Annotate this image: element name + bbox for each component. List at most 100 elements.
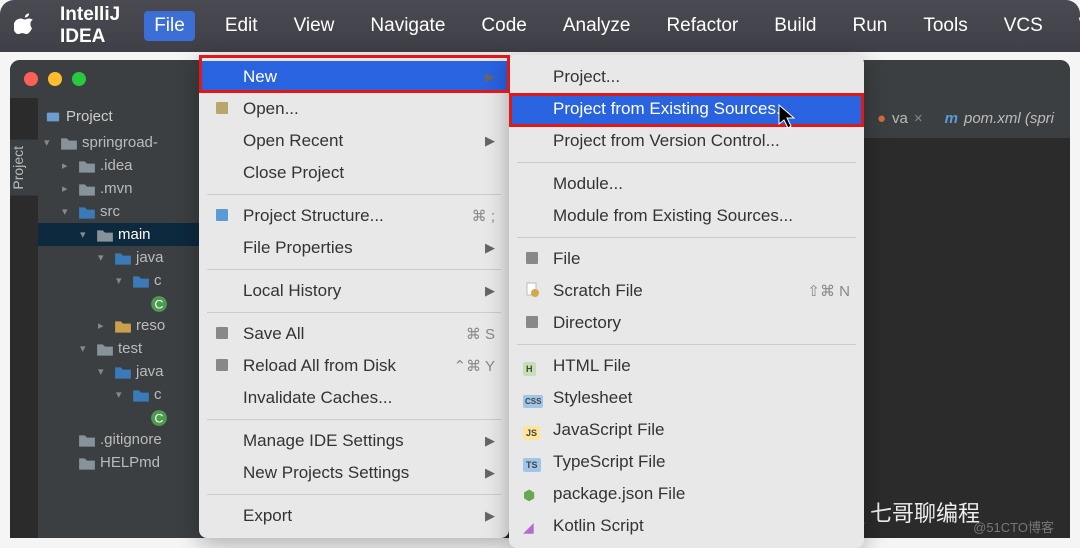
svg-text:C: C	[155, 298, 164, 312]
kt-icon: ◢	[523, 517, 543, 535]
folder-root-icon	[60, 135, 78, 151]
file-icon	[78, 432, 96, 448]
blank-icon	[213, 132, 233, 150]
folder-icon	[96, 227, 114, 243]
file-menu-reload-all-from-disk[interactable]: Reload All from Disk⌃⌘ Y	[199, 350, 509, 382]
project-tool-tab[interactable]: Project	[10, 140, 38, 196]
file-menu-close-project[interactable]: Close Project	[199, 157, 509, 189]
blank-icon	[213, 389, 233, 407]
minimize-icon[interactable]	[48, 72, 62, 86]
menubar-edit[interactable]: Edit	[219, 11, 264, 41]
blank-icon	[523, 175, 543, 193]
new-menu-project-from-existing-sources[interactable]: Project from Existing Sources...	[509, 93, 864, 125]
new-menu-javascript-file[interactable]: JSJavaScript File	[509, 414, 864, 446]
class-icon: C	[150, 409, 168, 425]
editor-tab[interactable]: ●va×	[871, 110, 929, 127]
json-icon: ⬢	[523, 485, 543, 503]
new-menu-project[interactable]: Project...	[509, 61, 864, 93]
new-menu-module-from-existing-sources[interactable]: Module from Existing Sources...	[509, 200, 864, 232]
folder-src-icon	[114, 364, 132, 380]
close-icon[interactable]	[24, 72, 38, 86]
file-menu-project-structure[interactable]: Project Structure...⌘ ;	[199, 200, 509, 232]
close-icon[interactable]: ×	[914, 110, 923, 127]
new-menu-project-from-version-control[interactable]: Project from Version Control...	[509, 125, 864, 157]
menubar-build[interactable]: Build	[768, 11, 822, 41]
scratch-icon	[523, 282, 543, 300]
maximize-icon[interactable]	[72, 72, 86, 86]
file-menu-local-history[interactable]: Local History▶	[199, 275, 509, 307]
new-menu-typescript-file[interactable]: TSTypeScript File	[509, 446, 864, 478]
menubar-refactor[interactable]: Refactor	[660, 11, 744, 41]
chevron-right-icon: ▶	[485, 69, 495, 85]
app-name: IntelliJ IDEA	[60, 4, 120, 48]
file-menu-new-projects-settings[interactable]: New Projects Settings▶	[199, 457, 509, 489]
editor-tab[interactable]: mpom.xml (spri	[939, 110, 1060, 127]
save-icon	[213, 325, 233, 343]
mac-menubar: IntelliJ IDEA File Edit View Navigate Code An…	[0, 0, 1080, 52]
blank-icon	[523, 207, 543, 225]
apple-icon	[14, 12, 36, 40]
folder-open-icon	[213, 100, 233, 118]
new-menu-package-json-file[interactable]: ⬢package.json File	[509, 478, 864, 510]
cursor-icon	[778, 104, 798, 130]
new-menu-module[interactable]: Module...	[509, 168, 864, 200]
html-icon: H	[523, 357, 543, 375]
folder-icon	[78, 158, 96, 174]
folder-src-icon	[78, 204, 96, 220]
file-menu-export[interactable]: Export▶	[199, 500, 509, 532]
chevron-right-icon: ▶	[485, 433, 495, 449]
blank-icon	[213, 432, 233, 450]
chevron-right-icon: ▶	[485, 465, 495, 481]
file-menu-save-all[interactable]: Save All⌘ S	[199, 318, 509, 350]
new-menu-file[interactable]: File	[509, 243, 864, 275]
blank-icon	[213, 464, 233, 482]
file-menu-open-recent[interactable]: Open Recent▶	[199, 125, 509, 157]
blank-icon	[213, 68, 233, 86]
menubar-analyze[interactable]: Analyze	[557, 11, 637, 41]
file-menu-file-properties[interactable]: File Properties▶	[199, 232, 509, 264]
blank-icon	[523, 68, 543, 86]
file-icon	[523, 250, 543, 268]
svg-text:C: C	[155, 412, 164, 426]
folder-icon	[96, 341, 114, 357]
file-icon	[78, 455, 96, 471]
file-menu-open[interactable]: Open...	[199, 93, 509, 125]
file-menu[interactable]: New▶Open...Open Recent▶Close Project Proj…	[199, 55, 509, 538]
folder-src-icon	[132, 387, 150, 403]
chevron-right-icon: ▶	[485, 508, 495, 524]
folder-icon	[78, 181, 96, 197]
new-menu-directory[interactable]: Directory	[509, 307, 864, 339]
js-icon: JS	[523, 421, 543, 439]
new-menu-stylesheet[interactable]: CSSStylesheet	[509, 382, 864, 414]
menubar-tools[interactable]: Tools	[917, 11, 973, 41]
new-menu-scratch-file[interactable]: Scratch File⇧⌘ N	[509, 275, 864, 307]
blank-icon	[213, 164, 233, 182]
folder-src-icon	[114, 250, 132, 266]
file-menu-invalidate-caches[interactable]: Invalidate Caches...	[199, 382, 509, 414]
blank-icon	[523, 100, 543, 118]
folder-res-icon	[114, 318, 132, 334]
blank-icon	[523, 132, 543, 150]
file-menu-new[interactable]: New▶	[199, 61, 509, 93]
menubar-vcs[interactable]: VCS	[998, 11, 1049, 41]
traffic-lights[interactable]	[24, 72, 86, 86]
dir-icon	[523, 314, 543, 332]
menubar-code[interactable]: Code	[475, 11, 532, 41]
reload-icon	[213, 357, 233, 375]
new-menu-kotlin-script[interactable]: ◢Kotlin Script	[509, 510, 864, 542]
menubar-run[interactable]: Run	[847, 11, 894, 41]
menubar-view[interactable]: View	[288, 11, 341, 41]
chevron-right-icon: ▶	[485, 133, 495, 149]
new-submenu[interactable]: Project...Project from Existing Sources.…	[509, 55, 864, 548]
menubar-wi[interactable]: Wi	[1073, 11, 1080, 41]
css-icon: CSS	[523, 389, 543, 407]
file-menu-manage-ide-settings[interactable]: Manage IDE Settings▶	[199, 425, 509, 457]
menubar-navigate[interactable]: Navigate	[364, 11, 451, 41]
class-icon: C	[150, 295, 168, 311]
folder-src-icon	[132, 273, 150, 289]
blank-icon	[213, 239, 233, 257]
chevron-right-icon: ▶	[485, 240, 495, 256]
new-menu-html-file[interactable]: HHTML File	[509, 350, 864, 382]
ts-icon: TS	[523, 453, 543, 471]
menubar-file[interactable]: File	[144, 11, 195, 41]
